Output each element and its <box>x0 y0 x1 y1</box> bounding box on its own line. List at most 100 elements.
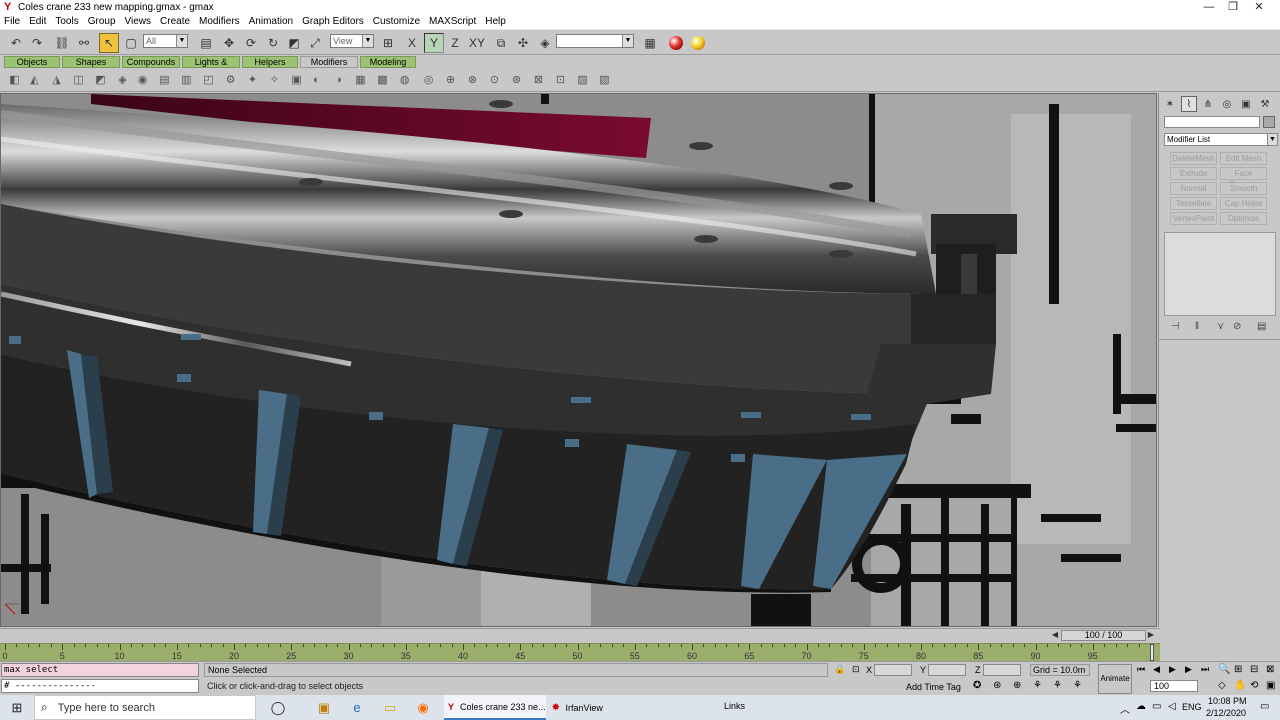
remove-modifier-icon[interactable]: ⊘ <box>1233 321 1241 332</box>
deletemesh-button[interactable]: DeleteMesh <box>1170 152 1217 165</box>
absolute-mode-icon[interactable]: ⊡ <box>852 664 860 675</box>
snap-icon[interactable]: ◈ <box>535 33 555 53</box>
snap-toggle-icon[interactable]: ✪ <box>973 680 981 691</box>
links-toolbar[interactable]: Links <box>724 701 745 711</box>
tray-chevron-icon[interactable]: ︿ <box>1120 701 1130 716</box>
ffd-modifier-icon[interactable]: ◈ <box>114 71 131 88</box>
maximize-viewport-icon[interactable]: ▣ <box>1266 680 1275 691</box>
notification-icon[interactable]: ▭ <box>1260 701 1269 712</box>
tab-compounds[interactable]: Compounds <box>122 56 180 68</box>
delete-mesh-modifier-icon[interactable]: ⊠ <box>530 71 547 88</box>
clock-date[interactable]: 2/12/2020 <box>1206 708 1246 718</box>
animate-button[interactable]: Animate <box>1098 664 1132 694</box>
menu-animation[interactable]: Animation <box>249 16 293 27</box>
lock-selection-icon[interactable]: 🔒 <box>834 664 845 675</box>
taskbar-app-gmax[interactable]: Y Coles crane 233 ne... <box>444 695 546 720</box>
select-object-icon[interactable]: ↖ <box>99 33 119 53</box>
optimize-modifier-icon[interactable]: ◎ <box>420 71 437 88</box>
configure-modifier-sets-icon[interactable]: ▤ <box>1257 321 1266 332</box>
utilities-tab-icon[interactable]: ⚒ <box>1257 96 1273 112</box>
displace-modifier-icon[interactable]: ◰ <box>200 71 217 88</box>
menu-views[interactable]: Views <box>125 16 152 27</box>
tab-modeling[interactable]: Modeling <box>360 56 416 68</box>
make-unique-icon[interactable]: ⋎ <box>1217 321 1224 332</box>
scale-icon[interactable]: ⤢ <box>305 33 325 53</box>
taskbar-app-irfanview[interactable]: ✸ IrfanView <box>548 695 648 720</box>
hierarchy-tab-icon[interactable]: ⋔ <box>1200 96 1216 112</box>
zoom-extents-icon[interactable]: ⊟ <box>1250 664 1258 675</box>
field-of-view-icon[interactable]: ◇ <box>1218 680 1226 691</box>
y-coordinate-field[interactable] <box>928 664 966 676</box>
task-view-icon[interactable]: ◯ <box>264 695 292 720</box>
modifier-stack-list[interactable] <box>1164 232 1276 316</box>
restrict-x-icon[interactable]: X <box>402 33 422 53</box>
go-to-end-icon[interactable]: ⏭ <box>1201 664 1209 675</box>
edit-mesh-button[interactable]: Edit Mesh <box>1220 152 1267 165</box>
xform-modifier-icon[interactable]: ⚙ <box>222 71 239 88</box>
spherify-modifier-icon[interactable]: ◉ <box>134 71 151 88</box>
tessellate-modifier-icon[interactable]: ⊗ <box>464 71 481 88</box>
zoom-icon[interactable]: 🔍 <box>1218 664 1230 675</box>
firefox-icon[interactable]: ◉ <box>411 695 435 720</box>
tab-lights-cameras[interactable]: Lights & Cameras <box>182 56 240 77</box>
tessellate-button[interactable]: Tessellate <box>1170 197 1217 210</box>
mirror-icon[interactable]: ⧉ <box>491 33 511 53</box>
pin-stack-icon[interactable]: ⊣ <box>1171 321 1180 332</box>
quick-render-icon[interactable] <box>688 33 708 53</box>
push-modifier-icon[interactable]: ✦ <box>244 71 261 88</box>
prev-frame-icon[interactable]: ◀ <box>1050 630 1060 641</box>
language-indicator[interactable]: ENG <box>1182 702 1202 712</box>
menu-customize[interactable]: Customize <box>373 16 420 27</box>
restrict-y-icon[interactable]: Y <box>424 33 444 53</box>
pivot-center-icon[interactable]: ⊞ <box>378 33 398 53</box>
selection-filter-dropdown[interactable]: All ▼ <box>143 34 188 48</box>
select-and-rotate-icon[interactable]: ⟳ <box>241 33 261 53</box>
mirror-modifier-icon[interactable]: ▥ <box>178 71 195 88</box>
volume-icon[interactable]: ◁ <box>1168 701 1176 712</box>
named-selection-dropdown[interactable]: ▼ <box>556 34 634 48</box>
modifier-list-dropdown[interactable]: Modifier List ▼ <box>1164 133 1278 146</box>
window-crossing-icon[interactable]: ⚘ <box>1073 680 1082 691</box>
onedrive-icon[interactable]: ☁ <box>1136 701 1146 712</box>
go-to-start-icon[interactable]: ⏮ <box>1137 664 1145 675</box>
menu-group[interactable]: Group <box>88 16 116 27</box>
material-editor-icon[interactable] <box>666 33 686 53</box>
twist-modifier-icon[interactable]: ◮ <box>48 71 65 88</box>
x-coordinate-field[interactable] <box>874 664 912 676</box>
zoom-all-icon[interactable]: ⊞ <box>1234 664 1242 675</box>
prev-key-icon[interactable]: ◀ <box>1153 664 1160 675</box>
menu-help[interactable]: Help <box>485 16 506 27</box>
undo-icon[interactable]: ↶ <box>6 33 26 53</box>
tab-objects[interactable]: Objects <box>4 56 60 68</box>
search-box[interactable]: ⌕ Type here to search <box>34 695 256 720</box>
restrict-z-icon[interactable]: Z <box>445 33 465 53</box>
cap-holes-modifier-icon[interactable]: ⊙ <box>486 71 503 88</box>
display-tab-icon[interactable]: ▣ <box>1238 96 1254 112</box>
percent-snap-icon[interactable]: ⊕ <box>1013 680 1021 691</box>
file-explorer-icon[interactable]: ▭ <box>378 695 402 720</box>
stretch-modifier-icon[interactable]: ◩ <box>92 71 109 88</box>
object-name-field[interactable] <box>1164 116 1260 128</box>
create-tab-icon[interactable]: ✶ <box>1162 96 1178 112</box>
keyboard-shortcut-icon[interactable]: ⚘ <box>1053 680 1062 691</box>
menu-maxscript[interactable]: MAXScript <box>429 16 476 27</box>
object-color-swatch[interactable] <box>1263 116 1275 128</box>
relax-modifier-icon[interactable]: ✧ <box>266 71 283 88</box>
menu-modifiers[interactable]: Modifiers <box>199 16 240 27</box>
track-bar[interactable]: 0 5 10 15 20 25 30 35 40 45 50 55 60 65 70 75 80 85 90 95 <box>0 643 1160 661</box>
slice-modifier-icon[interactable]: ▣ <box>288 71 305 88</box>
vertexpaint-button[interactable]: VertexPaint <box>1170 212 1217 225</box>
edit-poly-modifier-icon[interactable]: ▩ <box>374 71 391 88</box>
vertex-paint-modifier-icon[interactable]: ⊛ <box>508 71 525 88</box>
select-and-scale-icon[interactable]: ◩ <box>284 33 304 53</box>
material-modifier-icon[interactable]: ▧ <box>596 71 613 88</box>
taper-modifier-icon[interactable]: ◭ <box>26 71 43 88</box>
tab-modifiers[interactable]: Modifiers <box>300 56 358 68</box>
render-scene-icon[interactable]: ▦ <box>640 33 660 53</box>
perspective-viewport[interactable] <box>0 93 1157 627</box>
extrude-modifier-icon[interactable]: ⊡ <box>552 71 569 88</box>
select-and-link-icon[interactable]: ⛓ <box>52 33 72 53</box>
spinner-snap-icon[interactable]: ⚘ <box>1033 680 1042 691</box>
cap-holes-button[interactable]: Cap Holes <box>1220 197 1267 210</box>
next-frame-icon[interactable]: ▶ <box>1146 630 1156 641</box>
